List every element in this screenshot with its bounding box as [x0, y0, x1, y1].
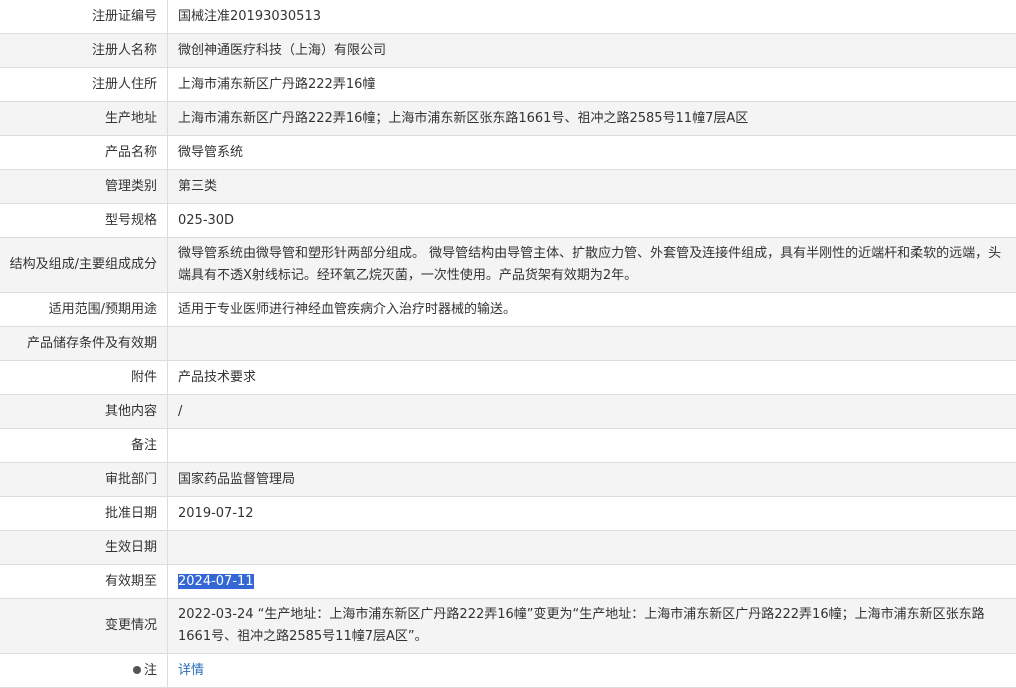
note-dot-icon [133, 666, 141, 674]
registration-detail-table: 注册证编号 国械注准20193030513 注册人名称 微创神通医疗科技（上海）… [0, 0, 1016, 688]
table-row: 有效期至 2024-07-11 [0, 565, 1016, 599]
selected-date-text[interactable]: 2024-07-11 [178, 574, 254, 589]
row-label: 有效期至 [0, 565, 168, 599]
row-value: / [168, 395, 1016, 429]
row-label: 注 [0, 654, 168, 688]
row-value: 产品技术要求 [168, 361, 1016, 395]
details-link[interactable]: 详情 [178, 663, 204, 678]
row-label: 注册人名称 [0, 34, 168, 68]
table-row: 批准日期 2019-07-12 [0, 497, 1016, 531]
table-row: 其他内容 / [0, 395, 1016, 429]
row-label: 生效日期 [0, 531, 168, 565]
row-value: 国械注准20193030513 [168, 0, 1016, 34]
table-row: 产品储存条件及有效期 [0, 327, 1016, 361]
row-label: 注册人住所 [0, 68, 168, 102]
row-label: 管理类别 [0, 170, 168, 204]
row-label: 产品名称 [0, 136, 168, 170]
row-value: 上海市浦东新区广丹路222弄16幢；上海市浦东新区张东路1661号、祖冲之路25… [168, 102, 1016, 136]
table-row: 产品名称 微导管系统 [0, 136, 1016, 170]
row-value: 2024-07-11 [168, 565, 1016, 599]
row-label: 备注 [0, 429, 168, 463]
row-value: 2022-03-24 “生产地址：上海市浦东新区广丹路222弄16幢”变更为“生… [168, 599, 1016, 654]
row-label: 型号规格 [0, 204, 168, 238]
table-row: 生效日期 [0, 531, 1016, 565]
row-label: 附件 [0, 361, 168, 395]
table-row: 结构及组成/主要组成成分 微导管系统由微导管和塑形针两部分组成。 微导管结构由导… [0, 238, 1016, 293]
table-row: 附件 产品技术要求 [0, 361, 1016, 395]
row-value: 上海市浦东新区广丹路222弄16幢 [168, 68, 1016, 102]
row-label: 审批部门 [0, 463, 168, 497]
row-label: 批准日期 [0, 497, 168, 531]
row-value: 微创神通医疗科技（上海）有限公司 [168, 34, 1016, 68]
row-value [168, 327, 1016, 361]
table-row: 适用范围/预期用途 适用于专业医师进行神经血管疾病介入治疗时器械的输送。 [0, 293, 1016, 327]
row-label: 生产地址 [0, 102, 168, 136]
table-row: 变更情况 2022-03-24 “生产地址：上海市浦东新区广丹路222弄16幢”… [0, 599, 1016, 654]
row-value: 适用于专业医师进行神经血管疾病介入治疗时器械的输送。 [168, 293, 1016, 327]
table-row: 注册证编号 国械注准20193030513 [0, 0, 1016, 34]
row-label: 适用范围/预期用途 [0, 293, 168, 327]
row-value: 025-30D [168, 204, 1016, 238]
table-row: 注册人名称 微创神通医疗科技（上海）有限公司 [0, 34, 1016, 68]
row-value: 微导管系统 [168, 136, 1016, 170]
table-row: 备注 [0, 429, 1016, 463]
row-value: 详情 [168, 654, 1016, 688]
row-label: 注册证编号 [0, 0, 168, 34]
row-label: 其他内容 [0, 395, 168, 429]
row-label: 产品储存条件及有效期 [0, 327, 168, 361]
table-row: 生产地址 上海市浦东新区广丹路222弄16幢；上海市浦东新区张东路1661号、祖… [0, 102, 1016, 136]
row-value [168, 531, 1016, 565]
note-label: 注 [144, 663, 157, 678]
row-label: 结构及组成/主要组成成分 [0, 238, 168, 293]
row-value: 国家药品监督管理局 [168, 463, 1016, 497]
row-label: 变更情况 [0, 599, 168, 654]
table-row: 注册人住所 上海市浦东新区广丹路222弄16幢 [0, 68, 1016, 102]
row-value [168, 429, 1016, 463]
table-row: 审批部门 国家药品监督管理局 [0, 463, 1016, 497]
table-row: 注 详情 [0, 654, 1016, 688]
row-value: 2019-07-12 [168, 497, 1016, 531]
row-value: 第三类 [168, 170, 1016, 204]
table-row: 型号规格 025-30D [0, 204, 1016, 238]
row-value: 微导管系统由微导管和塑形针两部分组成。 微导管结构由导管主体、扩散应力管、外套管… [168, 238, 1016, 293]
table-row: 管理类别 第三类 [0, 170, 1016, 204]
